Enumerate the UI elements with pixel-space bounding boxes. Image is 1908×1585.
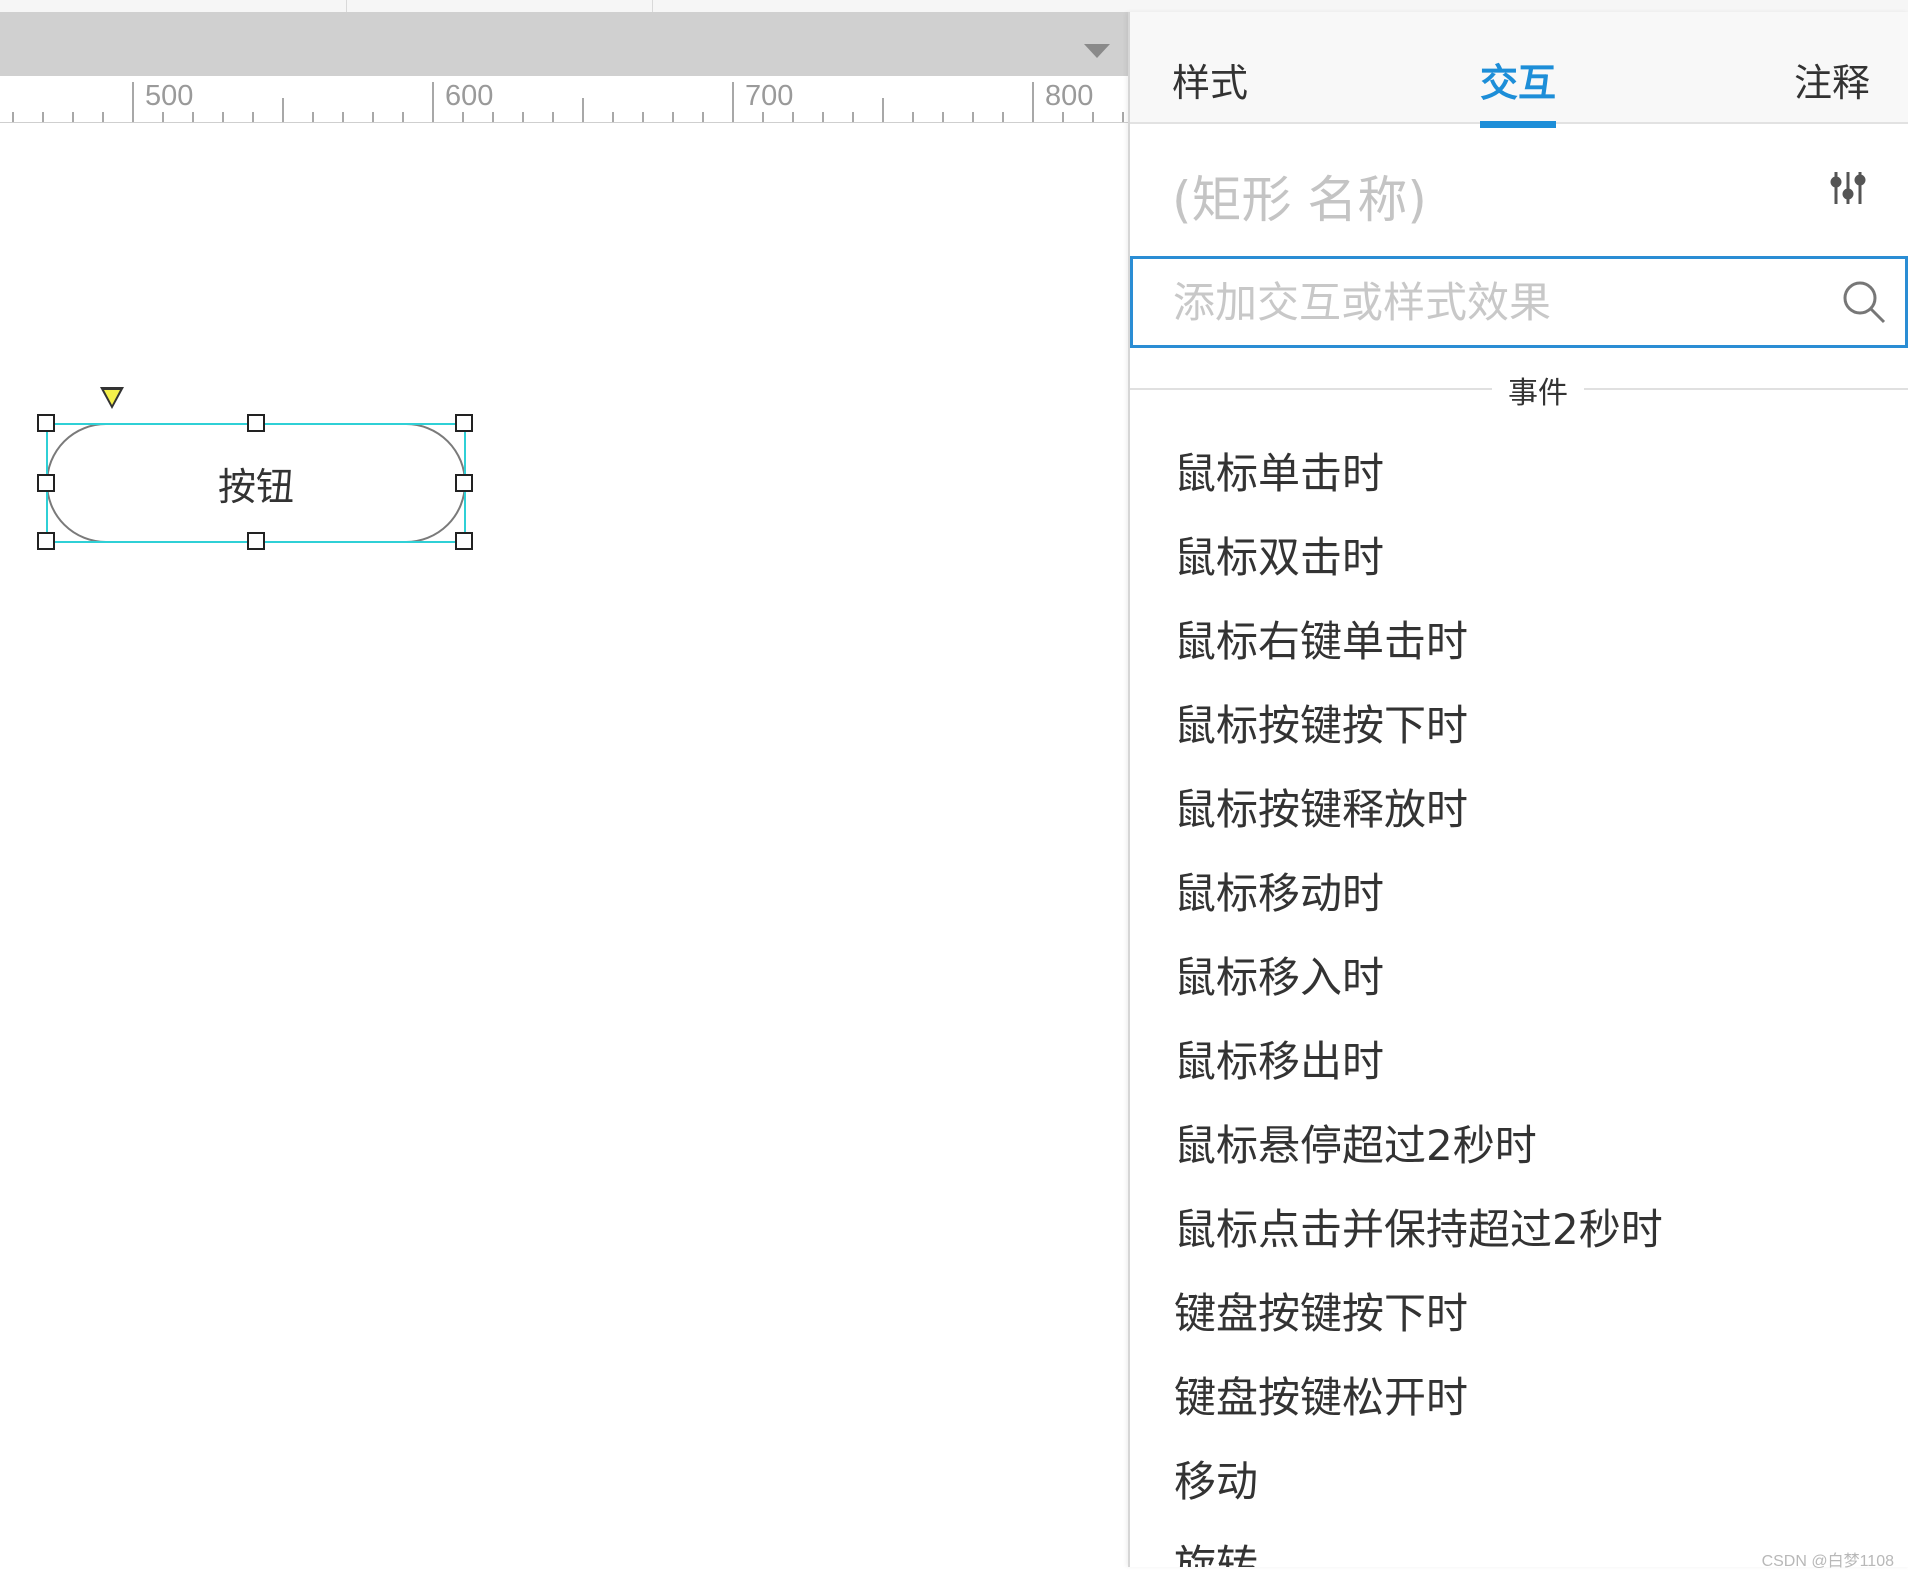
button-widget[interactable]: 按钮 [37,387,473,550]
interaction-search-input[interactable] [1171,271,1825,333]
tab-style[interactable]: 样式 [1172,52,1248,121]
event-item-key-down[interactable]: 键盘按键按下时 [1130,1272,1908,1356]
ruler-label-800: 800 [1045,80,1094,112]
interaction-marker-icon [100,387,124,409]
event-item-mouse-enter[interactable]: 鼠标移入时 [1130,936,1908,1020]
event-item-mouse-click[interactable]: 鼠标单击时 [1130,432,1908,516]
event-item-mouse-long-press-2s[interactable]: 鼠标点击并保持超过2秒时 [1130,1188,1908,1272]
panel-tab-bar: 样式 交互 注释 [1130,12,1908,128]
event-item-mouse-right-click[interactable]: 鼠标右键单击时 [1130,600,1908,684]
event-item-mouse-double-click[interactable]: 鼠标双击时 [1130,516,1908,600]
search-icon[interactable] [1841,279,1887,325]
ruler-label-600: 600 [445,80,494,112]
horizontal-ruler: 500 600 700 800 [0,76,1128,123]
watermark: CSDN @白梦1108 [1761,1553,1894,1570]
resize-handle-top-right[interactable] [455,414,473,432]
ruler-label-500: 500 [145,80,194,112]
event-item-mouse-down[interactable]: 鼠标按键按下时 [1130,684,1908,768]
resize-handle-bottom-left[interactable] [37,532,55,550]
event-item-mouse-move[interactable]: 鼠标移动时 [1130,852,1908,936]
tab-notes[interactable]: 注释 [1794,52,1870,121]
section-label-events: 事件 [1492,368,1584,412]
event-list: 鼠标单击时 鼠标双击时 鼠标右键单击时 鼠标按键按下时 鼠标按键释放时 鼠标移动… [1130,432,1908,1567]
design-canvas[interactable]: 按钮 [0,123,1127,1585]
event-item-mouse-hover-2s[interactable]: 鼠标悬停超过2秒时 [1130,1104,1908,1188]
rounded-rectangle-shape[interactable]: 按钮 [46,423,466,543]
resize-handle-left[interactable] [37,474,55,492]
strip-separator [346,0,347,12]
event-item-mouse-up[interactable]: 鼠标按键释放时 [1130,768,1908,852]
event-item-move[interactable]: 移动 [1130,1440,1908,1524]
event-item-key-up[interactable]: 键盘按键松开时 [1130,1356,1908,1440]
tab-interaction[interactable]: 交互 [1480,52,1557,128]
resize-handle-top-left[interactable] [37,414,55,432]
resize-handle-bottom-right[interactable] [455,532,473,550]
event-item-mouse-leave[interactable]: 鼠标移出时 [1130,1020,1908,1104]
element-name-field[interactable]: (矩形 名称) [1172,160,1427,232]
sliders-icon[interactable] [1828,168,1868,208]
ruler-label-700: 700 [745,80,794,112]
page-tab-bar [0,12,1128,76]
strip-separator [652,0,653,12]
resize-handle-bottom[interactable] [247,532,265,550]
page-dropdown-icon[interactable] [1084,44,1110,58]
interaction-search-box[interactable] [1130,256,1908,348]
resize-handle-right[interactable] [455,474,473,492]
interaction-panel: 样式 交互 注释 (矩形 名称) 事件 鼠标单击时 鼠标双击时 鼠标右键单击时 … [1128,12,1908,1567]
resize-handle-top[interactable] [247,414,265,432]
button-widget-label: 按钮 [217,464,294,509]
